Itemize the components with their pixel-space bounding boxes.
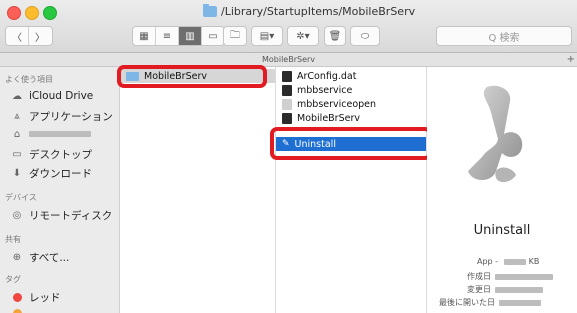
tag-button[interactable]: ⬭ <box>350 26 380 46</box>
back-button[interactable]: 〈 <box>6 27 29 45</box>
sidebar-section-tags: タグ <box>5 275 21 284</box>
user-home-icon: ⌂ <box>13 128 21 140</box>
column-library: MobileBrServ <box>117 65 276 313</box>
forward-button[interactable]: 〉 <box>29 27 51 45</box>
folder-outline-icon: 🗀 <box>230 29 240 41</box>
sidebar-section-devices: デバイス <box>5 193 37 202</box>
tag-icon: ⬭ <box>360 30 370 42</box>
cover-flow-icon: ▭ <box>208 30 218 42</box>
sidebar-item-icloud[interactable]: ☁ iCloud Drive <box>10 90 93 102</box>
window-title: /Library/StartupItems/MobileBrServ <box>203 3 415 19</box>
list-view-button[interactable]: ≡ <box>156 27 179 45</box>
sidebar-item-downloads[interactable]: ⬇ ダウンロード <box>10 166 92 181</box>
columns-icon: ▥ <box>185 30 195 42</box>
finder-window: /Library/StartupItems/MobileBrServ 〈 〉 ▦… <box>0 0 577 313</box>
folder-icon <box>203 3 217 17</box>
redacted-date <box>495 286 543 293</box>
arrange-icon: ▤▾ <box>259 30 275 42</box>
zoom-button[interactable] <box>43 6 57 20</box>
sidebar-item-applications[interactable]: ⩓ アプリケーション <box>10 109 113 124</box>
redacted-date <box>495 273 553 280</box>
trash-icon: 🗑 <box>328 30 342 42</box>
globe-icon: ⊕ <box>12 252 22 263</box>
sidebar-item-tag-red[interactable]: レッド <box>10 290 61 305</box>
script-icon <box>282 98 292 110</box>
icon-view-button[interactable]: ▦ <box>133 27 156 45</box>
highlight-box-folder <box>117 65 267 88</box>
executable-icon <box>282 84 292 96</box>
grid-icon: ▦ <box>139 30 149 42</box>
path-bar: MobileBrServ + <box>0 53 577 67</box>
search-field[interactable]: Q 検索 <box>436 26 572 46</box>
redacted-label <box>29 131 91 137</box>
chevron-left-icon: 〈 <box>12 32 22 44</box>
redacted-date <box>499 299 541 306</box>
sidebar-item-desktop[interactable]: ▭ デスクトップ <box>10 147 92 162</box>
red-tag-icon <box>10 292 24 304</box>
desktop-icon: ▭ <box>12 149 22 160</box>
sidebar-section-shared: 共有 <box>5 235 21 244</box>
disc-icon: ◎ <box>12 210 22 221</box>
view-mode-buttons: ▦ ≡ ▥ ▭ <box>132 26 225 46</box>
orange-tag-icon <box>10 307 24 313</box>
download-icon: ⬇ <box>12 168 22 179</box>
sidebar: よく使う項目 ☁ iCloud Drive ⩓ アプリケーション ⌂ ▭ デスクトップ… <box>0 67 120 313</box>
sidebar-item-all-shared[interactable]: ⊕ すべて... <box>10 250 70 265</box>
preview-title: Uninstall <box>473 223 531 238</box>
list-icon: ≡ <box>162 30 172 42</box>
chevron-right-icon: 〉 <box>35 32 45 44</box>
highlight-box-uninstall <box>270 127 432 160</box>
add-tab-icon[interactable]: + <box>567 53 575 66</box>
preview-last-opened: 最後に開いた日 <box>439 297 541 308</box>
arrange-button[interactable]: ▤▾ <box>251 26 283 46</box>
list-item[interactable]: mbbserviceopen <box>276 97 376 111</box>
sidebar-item-home[interactable]: ⌂ <box>10 128 91 140</box>
executable-icon <box>282 112 292 124</box>
nav-buttons: 〈 〉 <box>5 26 53 46</box>
preview-modified: 変更日 <box>467 284 543 295</box>
new-folder-button[interactable]: 🗀 <box>223 26 247 46</box>
redacted-size <box>503 258 526 265</box>
sidebar-item-tag-orange[interactable] <box>10 307 29 313</box>
list-item[interactable]: MobileBrServ <box>276 111 360 125</box>
preview-pane: Uninstall App - KB 作成日 変更日 最後に開いた日 <box>427 67 577 313</box>
cloud-icon: ☁ <box>12 90 22 102</box>
cover-flow-button[interactable]: ▭ <box>202 27 224 45</box>
title-bar: /Library/StartupItems/MobileBrServ 〈 〉 ▦… <box>0 0 577 53</box>
sidebar-item-remote-disc[interactable]: ◎ リモートディスク <box>10 208 113 223</box>
preview-created: 作成日 <box>467 271 553 282</box>
list-item[interactable]: ArConfig.dat <box>276 69 356 83</box>
column-files: ArConfig.dat mbbservice mbbserviceopen M… <box>270 67 432 313</box>
sidebar-section-favorites: よく使う項目 <box>5 75 53 84</box>
preview-kind: App - KB <box>477 257 540 266</box>
gear-icon: ✲▾ <box>296 30 310 42</box>
close-button[interactable] <box>7 6 21 20</box>
file-icon <box>282 70 292 82</box>
script-app-icon <box>468 85 523 183</box>
applications-icon: ⩓ <box>14 111 20 122</box>
action-button[interactable]: ✲▾ <box>287 26 319 46</box>
trash-button[interactable]: 🗑 <box>324 26 346 46</box>
column-view-button[interactable]: ▥ <box>179 27 202 45</box>
list-item[interactable]: mbbservice <box>276 83 352 97</box>
minimize-button[interactable] <box>25 6 39 20</box>
